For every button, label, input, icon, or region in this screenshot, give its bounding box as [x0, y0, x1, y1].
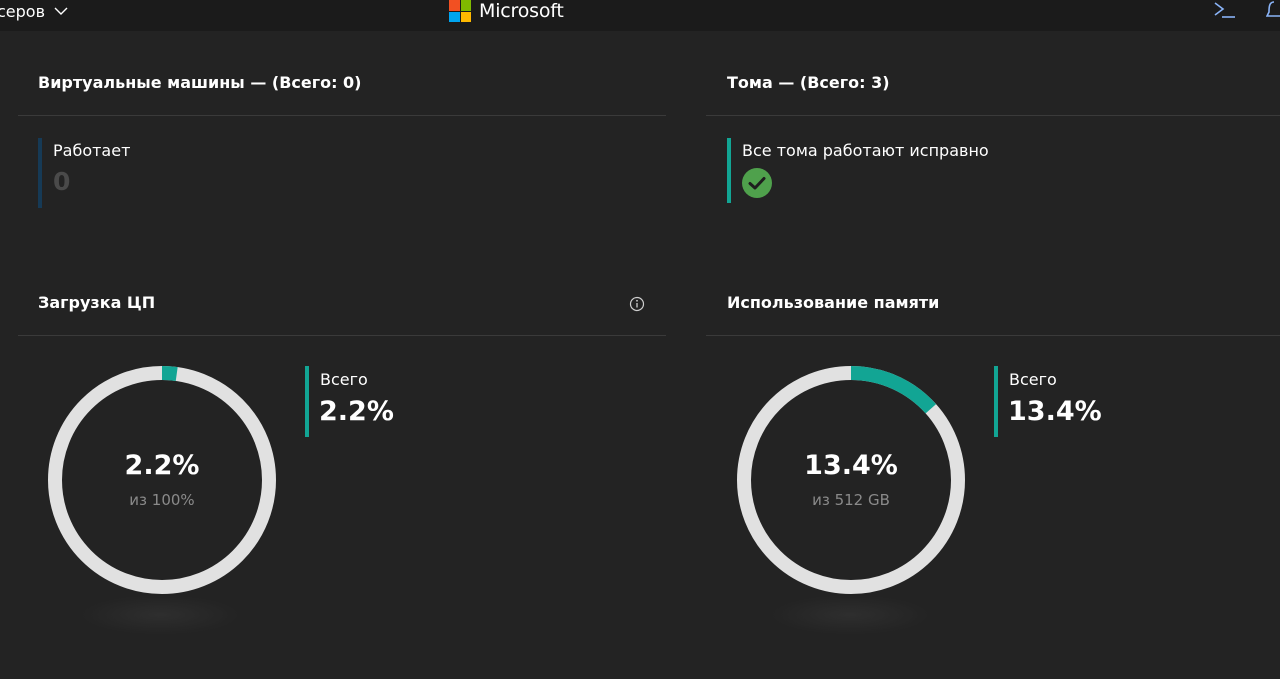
memory-panel-divider [706, 335, 1280, 336]
volumes-status-label: Все тома работают исправно [742, 141, 989, 160]
vm-running-stat: Работает 0 [38, 138, 130, 208]
cpu-total-value: 2.2% [319, 396, 394, 427]
vm-running-label: Работает [53, 141, 131, 160]
console-icon[interactable] [1211, 0, 1239, 22]
memory-total-stat: Всего 13.4% [994, 366, 1102, 437]
memory-donut-reflection [770, 595, 930, 635]
vm-panel-title: Виртуальные машины — (Всего: 0) [38, 73, 362, 92]
check-circle-icon [739, 167, 773, 199]
memory-donut-subtitle: из 512 GB [812, 491, 890, 509]
memory-total-bar [994, 366, 998, 437]
brand: Microsoft [449, 0, 564, 22]
vm-running-bar [38, 138, 42, 208]
volumes-panel-divider [706, 115, 1280, 116]
top-bar: серов Microsoft [0, 0, 1280, 31]
memory-total-label: Всего [1009, 370, 1057, 389]
volumes-panel-title: Тома — (Всего: 3) [727, 73, 890, 92]
cpu-donut: 2.2% из 100% [46, 364, 278, 596]
chevron-down-icon [54, 1, 68, 20]
memory-donut: 13.4% из 512 GB [735, 364, 967, 596]
cpu-donut-reflection [80, 595, 240, 635]
vm-running-value: 0 [53, 167, 71, 196]
cpu-total-label: Всего [320, 370, 368, 389]
server-selector[interactable]: серов [0, 0, 68, 22]
cpu-panel-divider [18, 335, 666, 336]
info-icon[interactable] [629, 296, 645, 312]
cpu-donut-value: 2.2% [124, 450, 200, 481]
cpu-total-stat: Всего 2.2% [305, 366, 394, 437]
memory-panel-title: Использование памяти [727, 293, 940, 312]
server-selector-label: серов [0, 1, 46, 21]
volumes-status-stat: Все тома работают исправно [727, 138, 989, 203]
cpu-donut-subtitle: из 100% [129, 491, 195, 509]
volumes-status-bar [727, 138, 731, 203]
memory-donut-value: 13.4% [804, 450, 898, 481]
notifications-icon[interactable] [1265, 0, 1280, 22]
brand-name: Microsoft [479, 0, 564, 22]
memory-total-value: 13.4% [1008, 396, 1102, 427]
cpu-total-bar [305, 366, 309, 437]
cpu-panel-title: Загрузка ЦП [38, 293, 156, 312]
microsoft-logo-icon [449, 0, 471, 22]
vm-panel-divider [18, 115, 666, 116]
